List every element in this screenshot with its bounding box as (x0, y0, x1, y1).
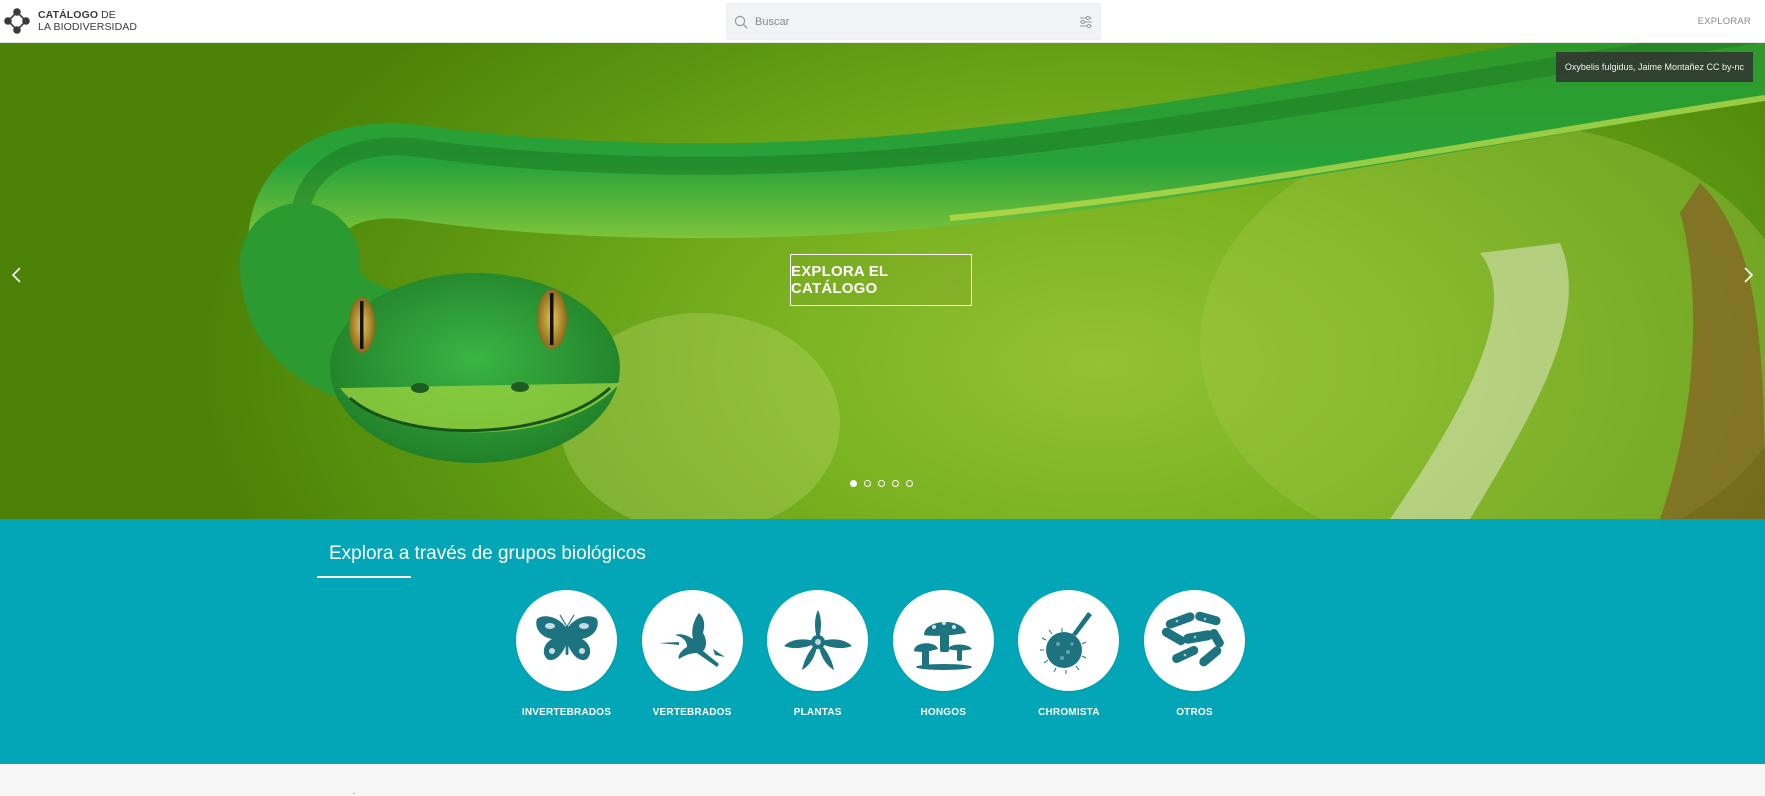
group-hongos[interactable]: HONGOS (892, 590, 994, 718)
group-circle[interactable] (1018, 590, 1120, 691)
photo-credit: Oxybelis fulgidus, Jaime Montañez CC by-… (1555, 52, 1753, 82)
carousel-dot-4[interactable] (892, 480, 899, 487)
logo-line1-rest: DE (98, 9, 116, 21)
mushroom-icon (914, 620, 973, 670)
top-header: CATÁLOGO DE LA BIODIVERSIDAD EXPLORAR (0, 0, 1765, 43)
group-label: INVERTEBRADOS (521, 707, 612, 718)
chromista-icon (1039, 611, 1092, 674)
group-circle[interactable] (1143, 590, 1245, 691)
bottom-mark: ´ (353, 792, 356, 796)
logo-line1-bold: CATÁLOGO (38, 9, 99, 21)
carousel-next-arrow-icon[interactable] (1739, 265, 1757, 285)
group-circle[interactable] (516, 590, 617, 691)
carousel-dot-5[interactable] (906, 480, 913, 487)
butterfly-icon (535, 614, 598, 660)
group-label: OTROS (1176, 707, 1213, 718)
logo-line2: LA BIODIVERSIDAD (38, 21, 138, 33)
group-otros[interactable]: OTROS (1143, 590, 1245, 718)
title-underline (317, 576, 411, 578)
orchid-icon (783, 609, 852, 670)
bottom-section: ´ (0, 764, 1765, 796)
group-circle[interactable] (892, 590, 994, 691)
group-label: HONGOS (920, 707, 967, 718)
hummingbird-icon (659, 612, 726, 667)
group-label: VERTEBRADOS (652, 707, 732, 718)
groups-section-title: Explora a través de grupos biológicos (329, 543, 646, 564)
group-vertebrados[interactable]: VERTEBRADOS (641, 590, 743, 718)
group-list: INVERTEBRADOS VERTEBRADOS PLANTAS HONGOS… (516, 590, 1270, 718)
biological-groups-section: Explora a través de grupos biológicos IN… (0, 519, 1765, 764)
bacteria-icon (1162, 611, 1225, 666)
search-bar (726, 3, 1101, 40)
explore-catalog-button[interactable]: EXPLORA EL CATÁLOGO (790, 254, 972, 306)
site-logo[interactable]: CATÁLOGO DE LA BIODIVERSIDAD (4, 8, 137, 34)
search-input[interactable] (749, 4, 1078, 39)
hero-carousel: Oxybelis fulgidus, Jaime Montañez CC by-… (0, 43, 1765, 519)
carousel-prev-arrow-icon[interactable] (8, 265, 26, 285)
nav-explore-link[interactable]: EXPLORAR (1698, 16, 1751, 27)
search-icon (734, 15, 748, 28)
group-invertebrados[interactable]: INVERTEBRADOS (516, 590, 617, 718)
carousel-dots (850, 480, 913, 487)
filter-settings-icon[interactable] (1078, 14, 1094, 30)
group-label: PLANTAS (793, 707, 842, 718)
group-plantas[interactable]: PLANTAS (767, 590, 869, 718)
carousel-dot-1[interactable] (850, 480, 857, 487)
group-chromista[interactable]: CHROMISTA (1018, 590, 1120, 718)
group-circle[interactable] (767, 590, 869, 691)
group-label: CHROMISTA (1038, 707, 1100, 718)
carousel-dot-2[interactable] (864, 480, 871, 487)
logo-text: CATÁLOGO DE LA BIODIVERSIDAD (38, 9, 137, 33)
group-circle[interactable] (641, 590, 743, 691)
carousel-dot-3[interactable] (878, 480, 885, 487)
logo-icon (4, 8, 30, 34)
